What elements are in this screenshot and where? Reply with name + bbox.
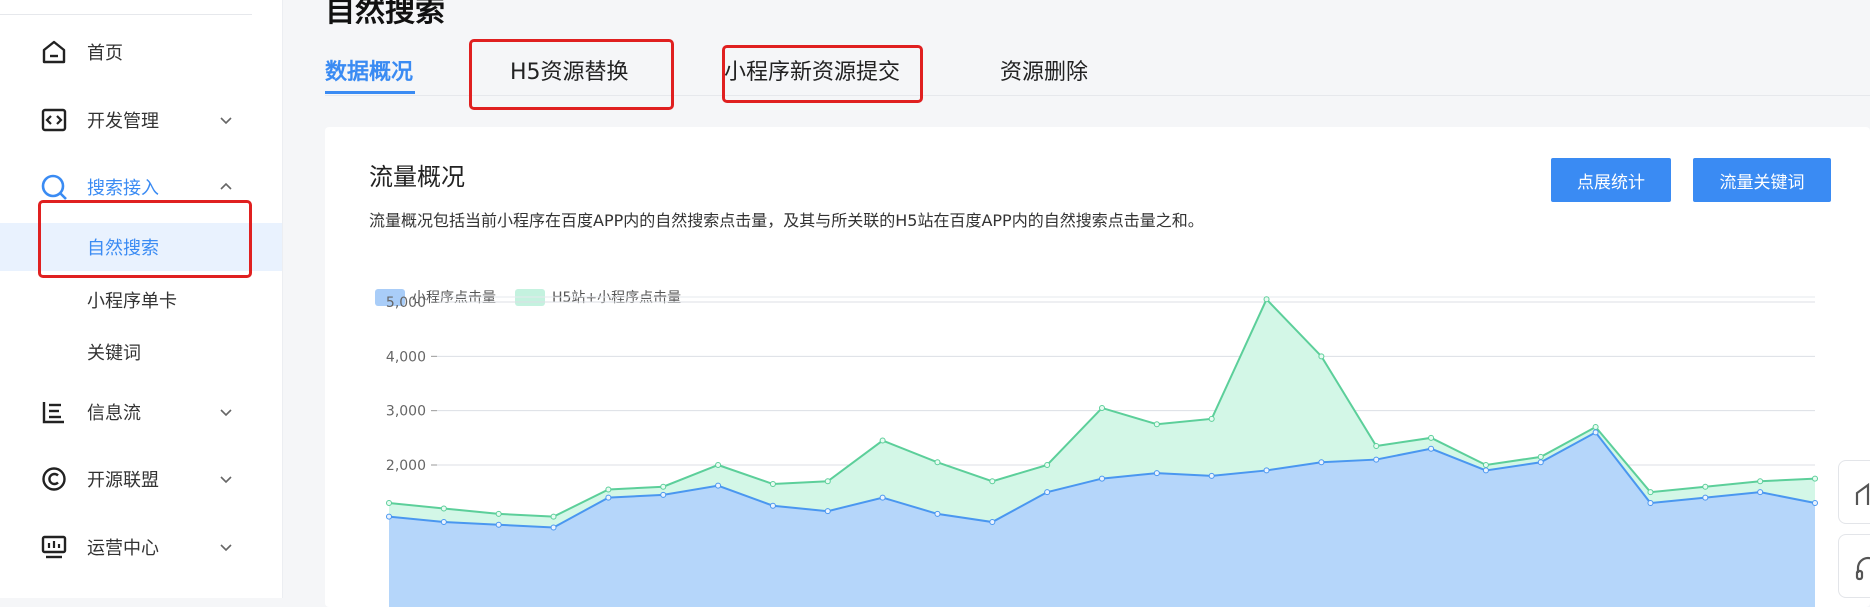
point-mini-program <box>440 519 447 526</box>
sidebar-item-label: 运营中心 <box>87 538 159 559</box>
point-h5-plus-mini <box>1044 462 1051 468</box>
chevron-down-icon <box>220 476 232 484</box>
y-tick-label: 2,000 <box>386 458 426 474</box>
point-mini-program <box>386 513 392 520</box>
sidebar-item-label: 开源联盟 <box>87 470 159 491</box>
point-mini-program <box>1099 475 1105 482</box>
point-h5-plus-mini <box>1812 475 1818 482</box>
point-h5-plus-mini <box>1208 415 1215 422</box>
y-tick-label: 5,000 <box>386 295 426 311</box>
sidebar-item-operation-center[interactable]: 运营中心 <box>0 527 282 567</box>
chevron-up-icon <box>220 182 232 190</box>
chevron-down-icon <box>220 409 232 417</box>
tool-icon <box>1855 482 1870 505</box>
point-mini-program <box>1757 489 1764 496</box>
point-h5-plus-mini <box>1592 423 1599 430</box>
home-icon <box>40 38 68 66</box>
point-mini-program <box>1153 470 1160 477</box>
tab-data-overview[interactable]: 数据概况 <box>325 54 413 86</box>
point-h5-plus-mini <box>1318 353 1325 360</box>
point-mini-program <box>1812 500 1818 507</box>
point-mini-program <box>1428 445 1435 452</box>
point-h5-plus-mini <box>1757 478 1764 485</box>
annotation-box-natural-search <box>38 200 252 278</box>
sidebar-item-feed[interactable]: 信息流 <box>0 392 282 432</box>
point-mini-program <box>605 494 612 501</box>
search-icon <box>40 173 68 201</box>
sidebar-subitem-label: 关键词 <box>87 343 141 364</box>
point-h5-plus-mini <box>1647 489 1654 496</box>
sidebar-item-open-source[interactable]: 开源联盟 <box>0 459 282 499</box>
sidebar-item-dev-management[interactable]: 开发管理 <box>0 100 282 140</box>
annotation-box-h5-tab <box>469 39 674 110</box>
point-mini-program <box>1318 459 1325 466</box>
chevron-down-icon <box>220 117 232 125</box>
annotation-box-mini-program-tab <box>722 45 923 103</box>
traffic-overview-card: 流量概况 流量概况包括当前小程序在百度APP内的自然搜索点击量，及其与所关联的H… <box>325 127 1870 607</box>
point-h5-plus-mini <box>1428 434 1435 441</box>
point-h5-plus-mini <box>1153 421 1160 428</box>
point-mini-program <box>989 519 996 526</box>
point-mini-program <box>1044 489 1051 496</box>
point-mini-program <box>1537 459 1544 466</box>
point-mini-program <box>1263 467 1270 474</box>
sidebar-item-label: 搜索接入 <box>87 178 159 199</box>
active-tab-indicator <box>325 91 415 94</box>
traffic-area-chart: 5,000 4,000 3,000 2,000 <box>386 295 1818 607</box>
point-h5-plus-mini <box>1702 483 1709 490</box>
point-h5-plus-mini <box>386 500 392 507</box>
monitor-icon <box>40 533 68 561</box>
sidebar-subitem-label: 小程序单卡 <box>87 291 177 312</box>
point-mini-program <box>1482 467 1489 474</box>
code-icon <box>40 106 68 134</box>
point-mini-program <box>934 510 941 517</box>
point-h5-plus-mini <box>715 462 722 468</box>
point-h5-plus-mini <box>989 478 996 485</box>
chevron-down-icon <box>220 544 232 552</box>
sidebar-item-label: 首页 <box>87 43 123 64</box>
sidebar-item-home[interactable]: 首页 <box>0 32 282 72</box>
point-h5-plus-mini <box>769 481 776 488</box>
point-mini-program <box>879 494 886 501</box>
page-title: 自然搜索 <box>325 0 445 29</box>
point-h5-plus-mini <box>440 505 447 512</box>
sidebar: 首页 开发管理 搜索接入 自然搜索 小程序单卡 关键词 信息流 开源联盟 运营中… <box>0 0 283 598</box>
point-h5-plus-mini <box>879 437 886 444</box>
point-mini-program <box>660 491 667 498</box>
point-h5-plus-mini <box>934 459 941 466</box>
point-mini-program <box>550 524 557 531</box>
point-mini-program <box>1702 494 1709 501</box>
point-h5-plus-mini <box>1373 442 1380 449</box>
point-h5-plus-mini <box>495 510 502 517</box>
sidebar-subitem-keywords[interactable]: 关键词 <box>0 328 282 376</box>
point-mini-program <box>715 482 722 489</box>
open-source-icon <box>40 465 68 493</box>
point-h5-plus-mini <box>1099 404 1105 411</box>
point-mini-program <box>769 502 776 509</box>
point-mini-program <box>1647 500 1654 507</box>
point-h5-plus-mini <box>1537 453 1544 460</box>
y-tick-label: 4,000 <box>386 349 426 365</box>
floating-tool-button[interactable] <box>1838 460 1870 524</box>
floating-support-button[interactable] <box>1838 534 1870 598</box>
sidebar-subitem-mini-card[interactable]: 小程序单卡 <box>0 276 282 324</box>
tab-resource-delete[interactable]: 资源删除 <box>1000 54 1088 86</box>
point-mini-program <box>495 521 502 528</box>
point-h5-plus-mini <box>605 486 612 493</box>
point-mini-program <box>824 508 831 515</box>
headset-icon <box>1855 556 1870 581</box>
point-h5-plus-mini <box>824 478 831 485</box>
y-tick-label: 3,000 <box>386 404 426 420</box>
feed-icon <box>40 398 68 426</box>
point-h5-plus-mini <box>1482 462 1489 468</box>
point-mini-program <box>1592 429 1599 436</box>
point-mini-program <box>1208 472 1215 479</box>
point-h5-plus-mini <box>1263 296 1270 303</box>
sidebar-top-divider <box>0 14 252 15</box>
point-h5-plus-mini <box>660 483 667 490</box>
point-mini-program <box>1373 456 1380 463</box>
sidebar-item-label: 信息流 <box>87 403 141 424</box>
sidebar-item-label: 开发管理 <box>87 111 159 132</box>
point-h5-plus-mini <box>550 513 557 520</box>
